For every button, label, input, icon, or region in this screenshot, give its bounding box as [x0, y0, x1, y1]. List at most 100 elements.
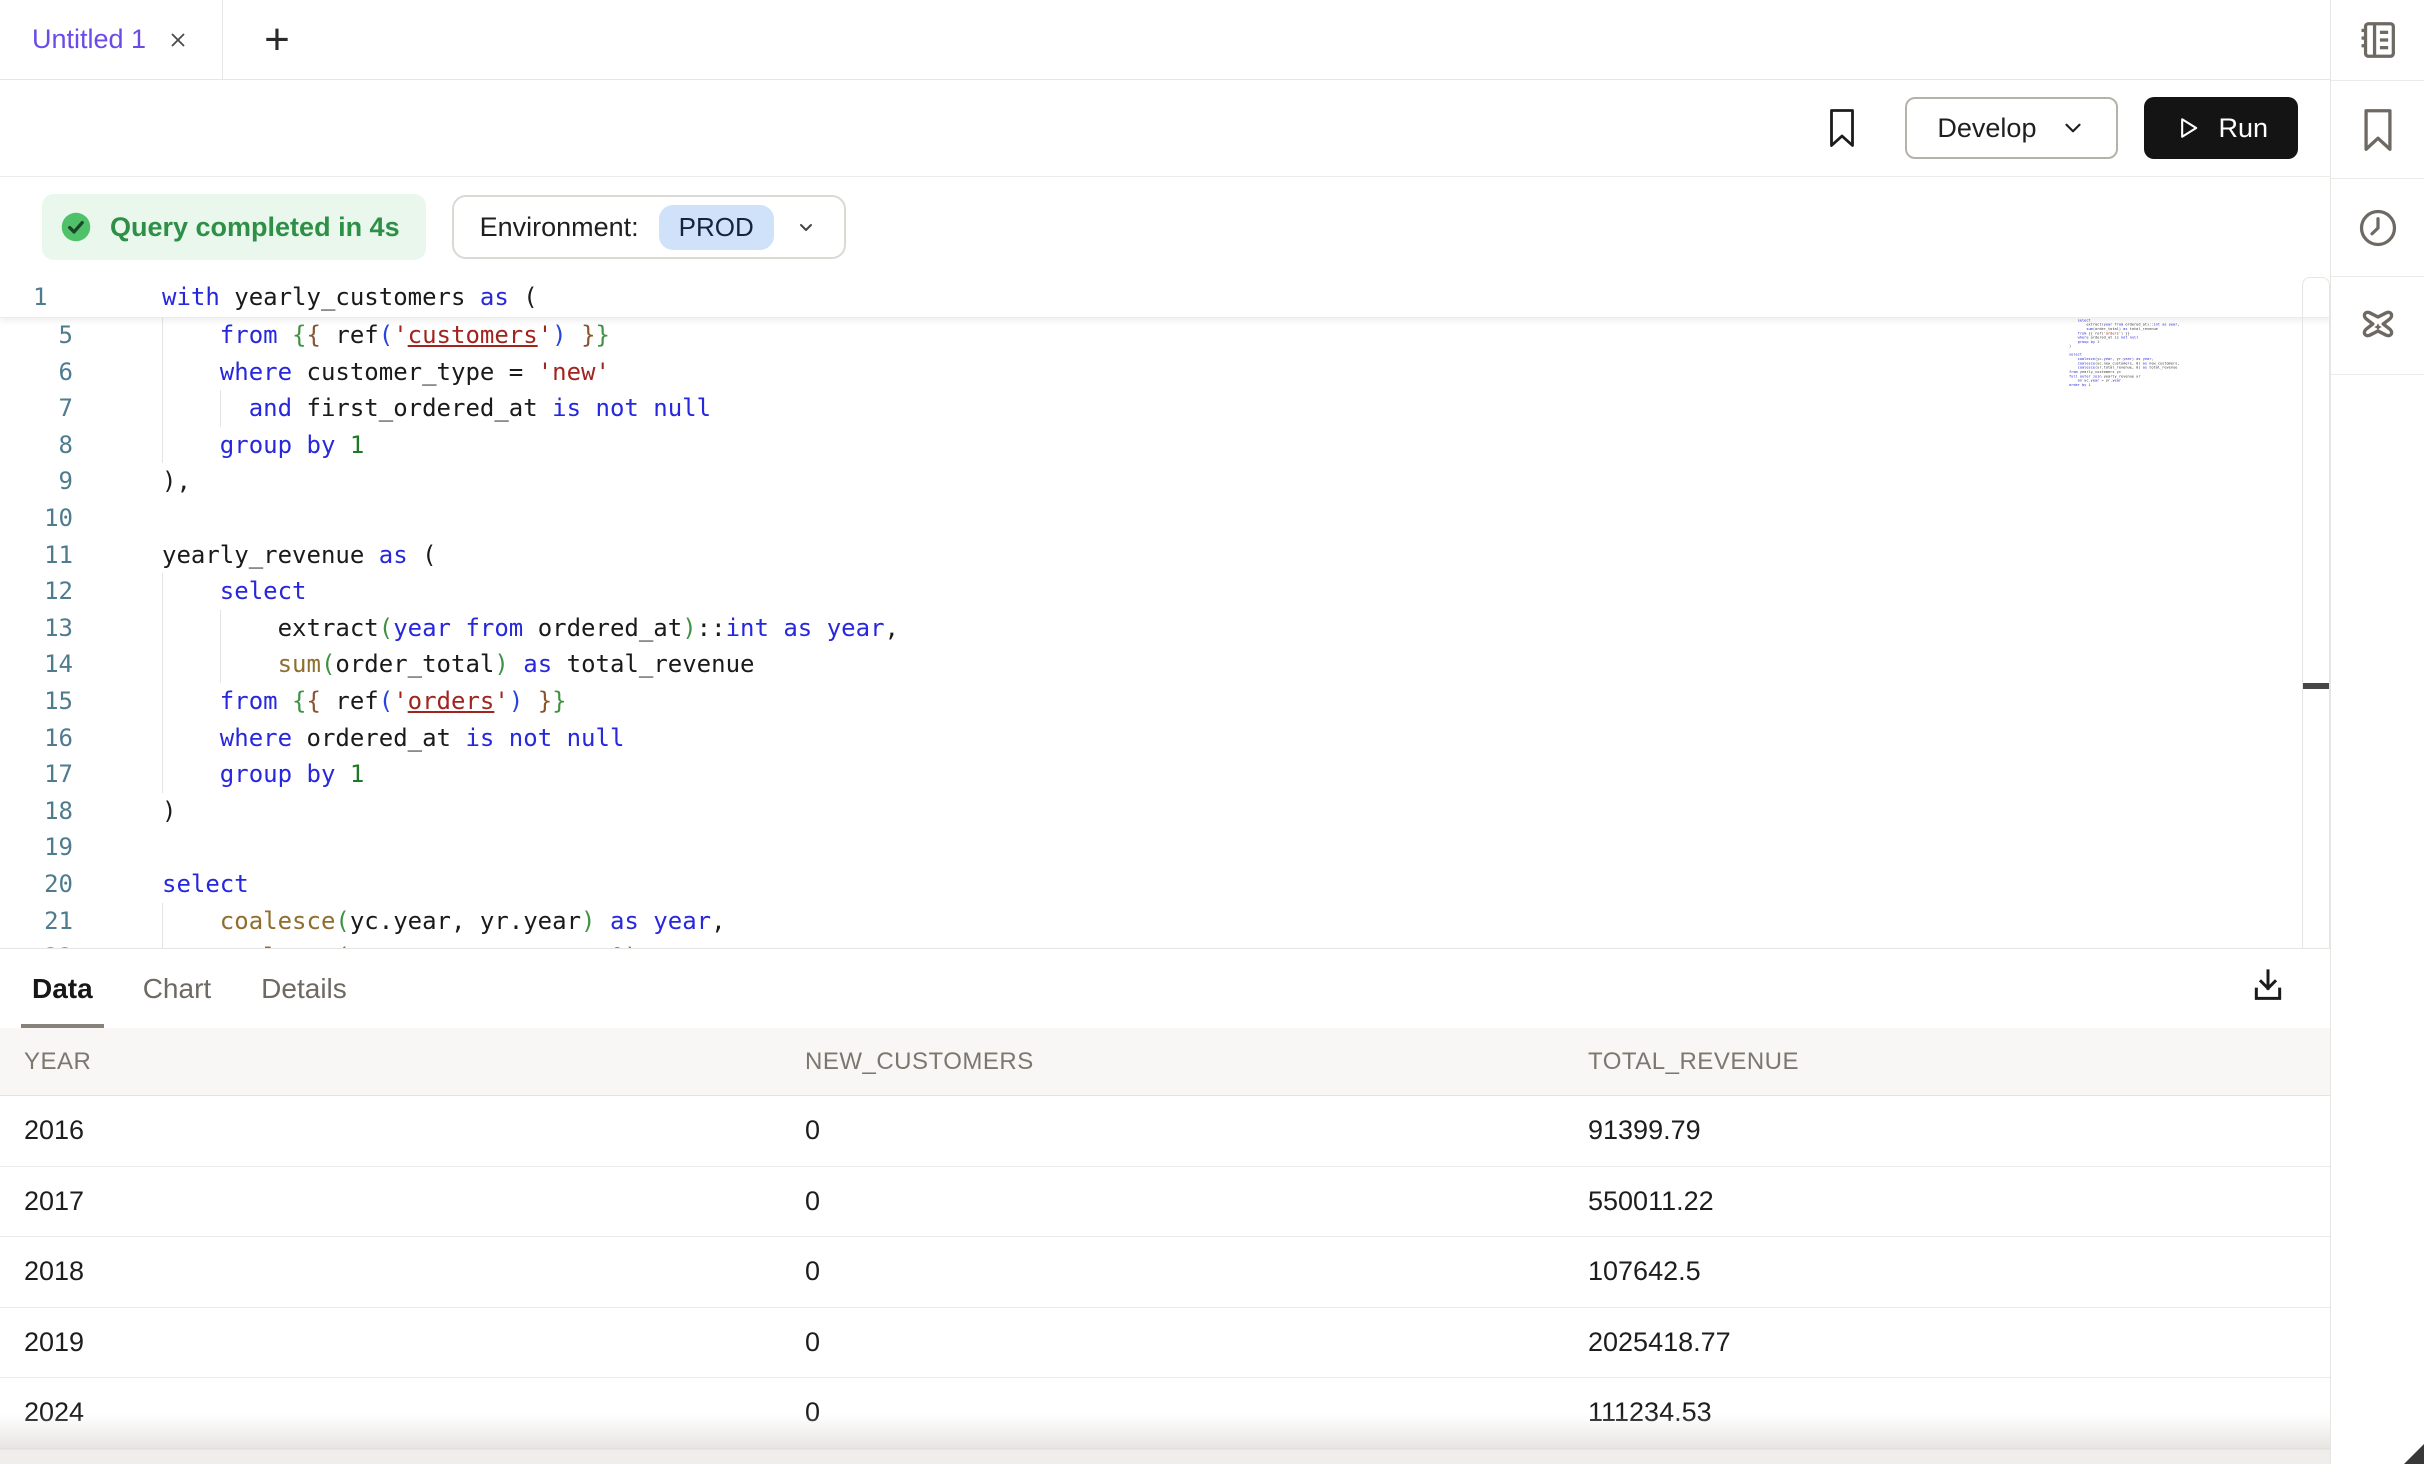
indent-guide — [162, 390, 163, 427]
bookmark-icon[interactable] — [1825, 107, 1859, 149]
code-line-14: 14 sum(order_total) as total_revenue — [0, 646, 2170, 683]
check-circle-icon — [58, 209, 94, 245]
sparkle-cross-icon — [2354, 302, 2402, 350]
code-line-5: 5 from {{ ref('customers') }} — [0, 317, 2170, 354]
resize-corner — [2404, 1444, 2424, 1464]
table-body: 2016091399.7920170550011.2220180107642.5… — [0, 1096, 2330, 1449]
line-number: 9 — [0, 463, 73, 500]
environment-label: Environment: — [480, 212, 639, 243]
line-number: 14 — [0, 646, 73, 683]
rail-item-bookmarks[interactable] — [2331, 81, 2424, 179]
line-number: 12 — [0, 573, 73, 610]
close-tab-icon[interactable] — [166, 28, 190, 52]
line-number: 17 — [0, 756, 73, 793]
table-cell: 0 — [781, 1327, 1564, 1358]
table-header-row: YEARNEW_CUSTOMERSTOTAL_REVENUE — [0, 1028, 2330, 1096]
code-line-12: 12 select — [0, 573, 2170, 610]
indent-guide — [162, 756, 163, 793]
line-number: 15 — [0, 683, 73, 720]
line-number: 10 — [0, 500, 73, 537]
indent-guide — [162, 683, 163, 720]
column-header: YEAR — [0, 1048, 781, 1076]
tab-untitled-1[interactable]: Untitled 1 — [0, 0, 223, 79]
line-number: 16 — [0, 720, 73, 757]
main-area: Untitled 1 + Develop Run Query completed… — [0, 0, 2330, 1464]
query-status-badge: Query completed in 4s — [42, 194, 426, 260]
ref-link[interactable]: orders — [408, 687, 495, 715]
clock-icon — [2355, 205, 2401, 251]
line-number: 20 — [0, 866, 73, 903]
new-tab-button[interactable]: + — [223, 0, 331, 79]
column-header: NEW_CUSTOMERS — [781, 1048, 1564, 1076]
environment-badge: PROD — [659, 205, 774, 250]
right-icon-rail — [2330, 0, 2424, 1464]
indent-guide — [162, 903, 163, 940]
line-number: 19 — [0, 829, 73, 866]
code-line-20: 20select — [0, 866, 2170, 903]
table-cell: 0 — [781, 1115, 1564, 1146]
code-line-7: 7 and first_ordered_at is not null — [0, 390, 2170, 427]
environment-selector[interactable]: Environment: PROD — [452, 195, 846, 259]
table-row: 201902025418.77 — [0, 1308, 2330, 1379]
indent-guide — [162, 939, 163, 948]
tab-label: Untitled 1 — [32, 24, 146, 55]
notebook-icon — [2355, 17, 2401, 63]
code-line-16: 16 where ordered_at is not null — [0, 720, 2170, 757]
run-button[interactable]: Run — [2144, 97, 2298, 159]
rail-item-copilot[interactable] — [2331, 277, 2424, 375]
indent-guide — [162, 317, 163, 354]
table-row: 20180107642.5 — [0, 1237, 2330, 1308]
code-line-19: 19 — [0, 829, 2170, 866]
table-cell: 0 — [781, 1186, 1564, 1217]
line-number: 1 — [0, 277, 73, 317]
editor-minimap[interactable]: with yearly_customers as ( select extrac… — [2069, 277, 2185, 871]
table-cell: 550011.22 — [1564, 1186, 2330, 1217]
line-number: 8 — [0, 427, 73, 464]
indent-guide — [162, 720, 163, 757]
line-number: 18 — [0, 793, 73, 830]
table-cell: 2019 — [0, 1327, 781, 1358]
tab-data[interactable]: Data — [32, 949, 93, 1028]
ref-link[interactable]: customers — [408, 321, 538, 349]
chevron-down-icon — [2060, 115, 2086, 141]
code-line-21: 21 coalesce(yc.year, yr.year) as year, — [0, 903, 2170, 940]
line-number: 21 — [0, 903, 73, 940]
editor-tab-bar: Untitled 1 + — [0, 0, 2330, 80]
toolbar: Develop Run — [0, 80, 2330, 177]
develop-label: Develop — [1937, 113, 2036, 144]
column-header: TOTAL_REVENUE — [1564, 1048, 2330, 1076]
line-number: 13 — [0, 610, 73, 647]
results-scrollbar[interactable] — [0, 1450, 2330, 1464]
code-line-13: 13 extract(year from ordered_at)::int as… — [0, 610, 2170, 647]
indent-guide — [162, 610, 163, 647]
chevron-down-icon — [794, 215, 818, 239]
table-cell: 2017 — [0, 1186, 781, 1217]
table-cell: 2016 — [0, 1115, 781, 1146]
results-panel: Data Chart Details YEARNEW_CUSTOMERSTOTA… — [0, 948, 2330, 1464]
tab-chart[interactable]: Chart — [143, 949, 211, 1028]
bookmark-icon — [2356, 106, 2400, 154]
table-cell: 0 — [781, 1256, 1564, 1287]
develop-dropdown[interactable]: Develop — [1905, 97, 2118, 159]
table-cell: 107642.5 — [1564, 1256, 2330, 1287]
code-line-8: 8 group by 1 — [0, 427, 2170, 464]
editor-scrollbar[interactable] — [2302, 277, 2330, 948]
table-cell: 2025418.77 — [1564, 1327, 2330, 1358]
editor-scrollbar-thumb[interactable] — [2303, 683, 2329, 689]
rail-item-history[interactable] — [2331, 179, 2424, 277]
run-label: Run — [2218, 113, 2268, 144]
line-number: 22 — [0, 939, 73, 948]
code-line-17: 17 group by 1 — [0, 756, 2170, 793]
indent-guide — [220, 390, 221, 427]
tab-details[interactable]: Details — [261, 949, 347, 1028]
indent-guide — [162, 573, 163, 610]
query-status-text: Query completed in 4s — [110, 212, 400, 243]
download-icon[interactable] — [2248, 965, 2288, 1005]
rail-item-notebook[interactable] — [2331, 0, 2424, 81]
table-cell: 111234.53 — [1564, 1397, 2330, 1428]
results-tab-bar: Data Chart Details — [0, 949, 2330, 1028]
sql-editor[interactable]: 5 from {{ ref('customers') }}6 where cus… — [0, 277, 2330, 948]
code-lines: 5 from {{ ref('customers') }}6 where cus… — [0, 317, 2170, 948]
code-line-9: 9), — [0, 463, 2170, 500]
line-number: 6 — [0, 354, 73, 391]
